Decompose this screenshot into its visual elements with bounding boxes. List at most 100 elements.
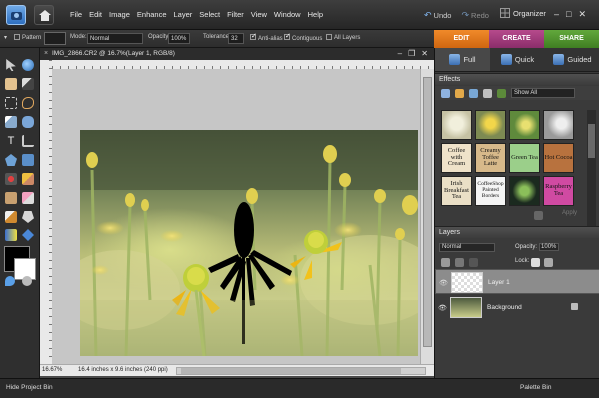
paint-bucket-tool-icon[interactable] <box>22 211 34 223</box>
effect-coffeeshop-painted-borders[interactable]: CoffeeShop Painted Borders <box>475 176 506 206</box>
document-tab[interactable]: × IMG_2866.CR2 @ 16.7%(Layer 1, RGB/8) –… <box>40 48 434 60</box>
effect-thumb[interactable] <box>509 176 540 206</box>
menu-filter[interactable]: Filter <box>227 10 244 19</box>
effects-panel-header[interactable]: Effects <box>435 73 599 85</box>
maximize-icon[interactable]: □ <box>566 9 571 20</box>
straighten-tool-icon[interactable] <box>22 154 34 166</box>
shape-tool-icon[interactable] <box>22 229 34 241</box>
menu-select[interactable]: Select <box>199 10 220 19</box>
effect-raspberry-tea[interactable]: Raspberry Tea <box>543 176 574 206</box>
document-close-button-icon[interactable]: ✕ <box>421 49 428 58</box>
apply-button[interactable]: Apply <box>562 210 577 216</box>
redo-button[interactable]: ↷ Redo <box>461 10 488 21</box>
move-tool-icon[interactable] <box>6 59 16 71</box>
contiguous-checkbox[interactable] <box>284 34 290 40</box>
effects-filter-select[interactable]: Show All <box>511 88 575 98</box>
all-layers-checkbox[interactable] <box>326 34 332 40</box>
cookie-cutter-tool-icon[interactable] <box>5 154 17 166</box>
document-close-icon[interactable]: × <box>44 50 48 57</box>
horizontal-scroll-thumb[interactable] <box>181 368 401 374</box>
pattern-checkbox-wrap[interactable]: Pattern <box>14 34 41 41</box>
brush-tool-icon[interactable] <box>5 211 17 223</box>
tab-quick[interactable]: Quick <box>490 48 545 71</box>
adjustment-layer-icon[interactable] <box>455 258 464 267</box>
filters-icon[interactable] <box>441 89 450 98</box>
healing-brush-tool-icon[interactable] <box>22 173 34 185</box>
magic-wand-tool-icon[interactable] <box>5 116 17 128</box>
effect-thumb[interactable] <box>441 110 472 140</box>
effect-coffee-with-cream[interactable]: Coffee with Cream <box>441 143 472 173</box>
vertical-scroll-thumb[interactable] <box>423 77 432 347</box>
hand-tool-icon[interactable] <box>5 78 17 90</box>
pattern-swatch[interactable] <box>44 32 66 45</box>
camera-app-icon[interactable] <box>6 5 26 25</box>
document-minimize-icon[interactable]: – <box>398 49 402 58</box>
organizer-button[interactable]: Organizer <box>500 8 546 18</box>
lock-all-icon[interactable] <box>544 258 553 267</box>
zoom-level[interactable]: 16.67% <box>42 367 62 373</box>
layer-styles-icon[interactable] <box>455 89 464 98</box>
layer-opacity-field[interactable]: 100% <box>539 243 560 251</box>
lock-transparent-icon[interactable] <box>531 258 540 267</box>
tab-guided[interactable]: Guided <box>545 48 599 71</box>
antialias-toggle[interactable]: Anti-alias <box>250 34 283 42</box>
menu-view[interactable]: View <box>251 10 267 19</box>
horizontal-scrollbar[interactable] <box>176 367 426 375</box>
eraser-tool-icon[interactable] <box>22 192 34 204</box>
delete-layer-icon[interactable] <box>469 258 478 267</box>
effect-thumb[interactable] <box>509 110 540 140</box>
menu-help[interactable]: Help <box>308 10 323 19</box>
menu-image[interactable]: Image <box>109 10 130 19</box>
effects-scroll-thumb[interactable] <box>588 124 595 158</box>
tolerance-field[interactable]: 32 <box>228 33 244 44</box>
eye-icon[interactable]: 👁 <box>439 279 448 287</box>
new-layer-icon[interactable] <box>441 258 450 267</box>
pattern-checkbox[interactable] <box>14 34 20 40</box>
undo-button[interactable]: ↶ Undo <box>424 10 451 21</box>
effect-irish-breakfast-tea[interactable]: Irish Breakfast Tea <box>441 176 472 206</box>
contiguous-toggle[interactable]: Contiguous <box>284 34 322 42</box>
photo-effects-icon[interactable] <box>469 89 478 98</box>
vertical-scrollbar[interactable] <box>420 69 434 364</box>
quick-selection-tool-icon[interactable] <box>22 116 34 128</box>
tool-preset-icon[interactable]: ▾ <box>4 34 7 41</box>
minimize-icon[interactable]: – <box>554 9 559 20</box>
blur-tool-icon[interactable] <box>5 276 15 286</box>
all-effects-icon[interactable] <box>483 89 492 98</box>
crop-tool-icon[interactable] <box>22 135 34 147</box>
type-tool-icon[interactable]: T <box>5 135 17 147</box>
photo-canvas[interactable] <box>80 130 418 356</box>
menu-file[interactable]: File <box>70 10 82 19</box>
effect-thumb[interactable] <box>475 110 506 140</box>
home-icon[interactable] <box>34 5 54 25</box>
antialias-checkbox[interactable] <box>250 34 256 40</box>
mode-select[interactable]: Normal <box>87 33 143 44</box>
opacity-field[interactable]: 100% <box>168 33 190 44</box>
eyedropper-tool-icon[interactable] <box>22 78 34 90</box>
layer-row-background[interactable]: 👁 Background <box>435 295 599 320</box>
canvas-area[interactable] <box>52 69 420 364</box>
all-layers-toggle[interactable]: All Layers <box>326 34 360 41</box>
clone-stamp-tool-icon[interactable] <box>5 192 17 204</box>
menu-layer[interactable]: Layer <box>174 10 193 19</box>
tab-full[interactable]: Full <box>435 48 490 71</box>
tab-edit[interactable]: EDIT <box>434 30 489 48</box>
marquee-tool-icon[interactable] <box>5 97 17 109</box>
palette-bin-button[interactable]: Palette Bin <box>520 384 551 391</box>
zoom-tool-icon[interactable] <box>22 59 34 71</box>
favorites-icon[interactable] <box>497 89 506 98</box>
trash-icon[interactable] <box>534 211 543 220</box>
close-icon[interactable]: ✕ <box>578 9 586 20</box>
tab-create[interactable]: CREATE <box>489 30 544 48</box>
document-restore-icon[interactable]: ❐ <box>408 49 415 58</box>
gradient-tool-icon[interactable] <box>5 229 17 241</box>
menu-enhance[interactable]: Enhance <box>137 10 167 19</box>
layers-panel-header[interactable]: Layers <box>435 226 599 238</box>
menu-edit[interactable]: Edit <box>89 10 102 19</box>
hide-project-bin-button[interactable]: Hide Project Bin <box>6 384 53 391</box>
menu-window[interactable]: Window <box>274 10 301 19</box>
lasso-tool-icon[interactable] <box>22 97 34 109</box>
red-eye-tool-icon[interactable] <box>5 173 17 185</box>
sponge-tool-icon[interactable] <box>22 276 32 286</box>
layer-row-layer-1[interactable]: 👁 Layer 1 <box>435 269 599 294</box>
